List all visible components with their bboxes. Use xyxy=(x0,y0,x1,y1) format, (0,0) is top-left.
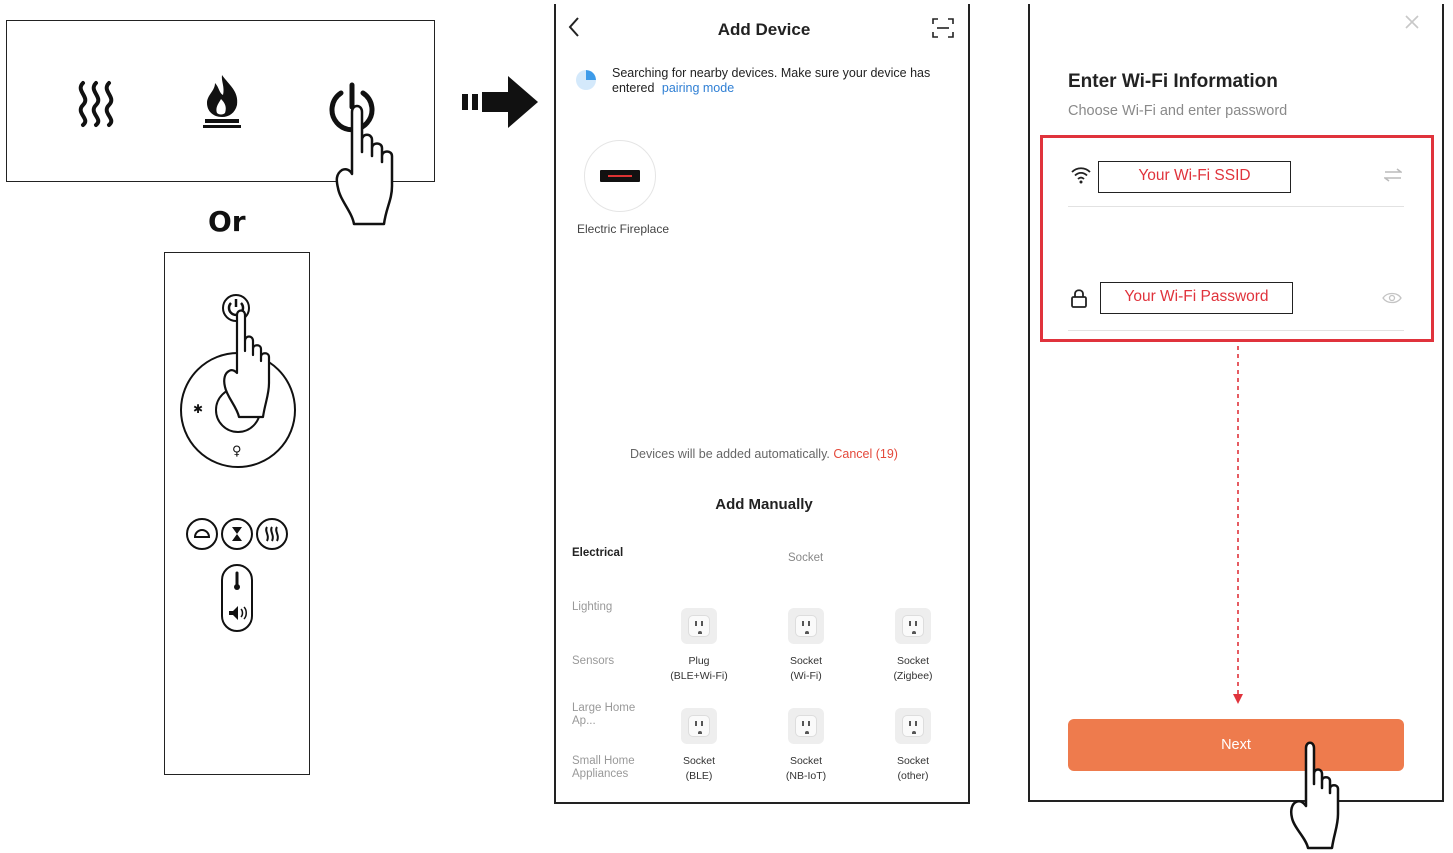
spinner-icon xyxy=(576,70,596,90)
category-electrical[interactable]: Electrical xyxy=(572,547,642,560)
next-pointing-hand-icon xyxy=(1289,741,1340,850)
category-lighting[interactable]: Lighting xyxy=(572,601,642,614)
remote-control: ✱ ♀ xyxy=(164,252,310,775)
socket-icon[interactable] xyxy=(895,608,931,644)
divider xyxy=(1068,330,1404,331)
remote-mode-buttons[interactable] xyxy=(185,517,289,551)
page-title: Enter Wi-Fi Information xyxy=(1068,71,1278,92)
socket-icon[interactable] xyxy=(788,608,824,644)
socket-icon[interactable] xyxy=(895,708,931,744)
auto-add-text: Devices will be added automatically. xyxy=(630,447,830,461)
page-subtitle: Choose Wi-Fi and enter password xyxy=(1068,103,1288,119)
found-device-name: Electric Fireplace xyxy=(576,222,670,236)
socket-icon[interactable] xyxy=(681,708,717,744)
switch-network-icon[interactable] xyxy=(1384,168,1402,182)
socket-icon[interactable] xyxy=(681,608,717,644)
searching-message: Searching for nearby devices. Make sure … xyxy=(612,66,942,96)
socket-icon[interactable] xyxy=(788,708,824,744)
remote-pointing-hand-icon xyxy=(223,309,271,419)
section-heading-socket: Socket xyxy=(788,552,824,564)
pairing-mode-link[interactable]: pairing mode xyxy=(662,81,734,95)
category-large-home-appliances[interactable]: Large Home Ap... xyxy=(572,702,644,728)
scan-icon[interactable] xyxy=(932,18,954,38)
flow-arrow-icon xyxy=(462,76,538,128)
remote-volume-rocker[interactable] xyxy=(219,563,255,635)
wifi-password-field[interactable]: Your Wi-Fi Password xyxy=(1100,282,1293,314)
device-option-label[interactable]: Plug (BLE+Wi-Fi) xyxy=(654,654,744,684)
flame-icon[interactable] xyxy=(199,73,245,129)
heat-icon[interactable] xyxy=(71,77,123,129)
lock-icon xyxy=(1071,289,1087,308)
wifi-ssid-field[interactable]: Your Wi-Fi SSID xyxy=(1098,161,1291,193)
device-option-label[interactable]: Socket (Zigbee) xyxy=(868,654,958,684)
device-option-label[interactable]: Socket (other) xyxy=(868,754,958,784)
wifi-icon xyxy=(1071,167,1091,184)
cancel-button[interactable]: Cancel (19) xyxy=(833,447,898,461)
eye-icon[interactable] xyxy=(1382,292,1402,304)
wifi-info-screen: Enter Wi-Fi Information Choose Wi-Fi and… xyxy=(1028,4,1444,802)
add-device-screen: Add Device Searching for nearby devices.… xyxy=(554,4,970,804)
close-icon[interactable] xyxy=(1404,14,1420,30)
or-label: Or xyxy=(208,205,246,238)
pointing-hand-icon xyxy=(335,104,394,226)
device-option-label[interactable]: Socket (BLE) xyxy=(654,754,744,784)
svg-text:♀: ♀ xyxy=(232,444,242,459)
device-option-label[interactable]: Socket (Wi-Fi) xyxy=(761,654,851,684)
add-manually-heading: Add Manually xyxy=(715,496,813,513)
auto-add-message: Devices will be added automatically. Can… xyxy=(556,447,972,461)
device-option-label[interactable]: Socket (NB-IoT) xyxy=(761,754,851,784)
page-title: Add Device xyxy=(717,20,811,39)
category-small-home-appliances[interactable]: Small Home Appliances xyxy=(572,755,644,781)
searching-text: Searching for nearby devices. Make sure … xyxy=(612,66,931,95)
divider xyxy=(1068,206,1404,207)
fireplace-thumbnail xyxy=(600,170,640,182)
dashed-arrow-icon xyxy=(1233,346,1243,704)
svg-text:✱: ✱ xyxy=(193,402,203,416)
category-sensors[interactable]: Sensors xyxy=(572,655,642,668)
